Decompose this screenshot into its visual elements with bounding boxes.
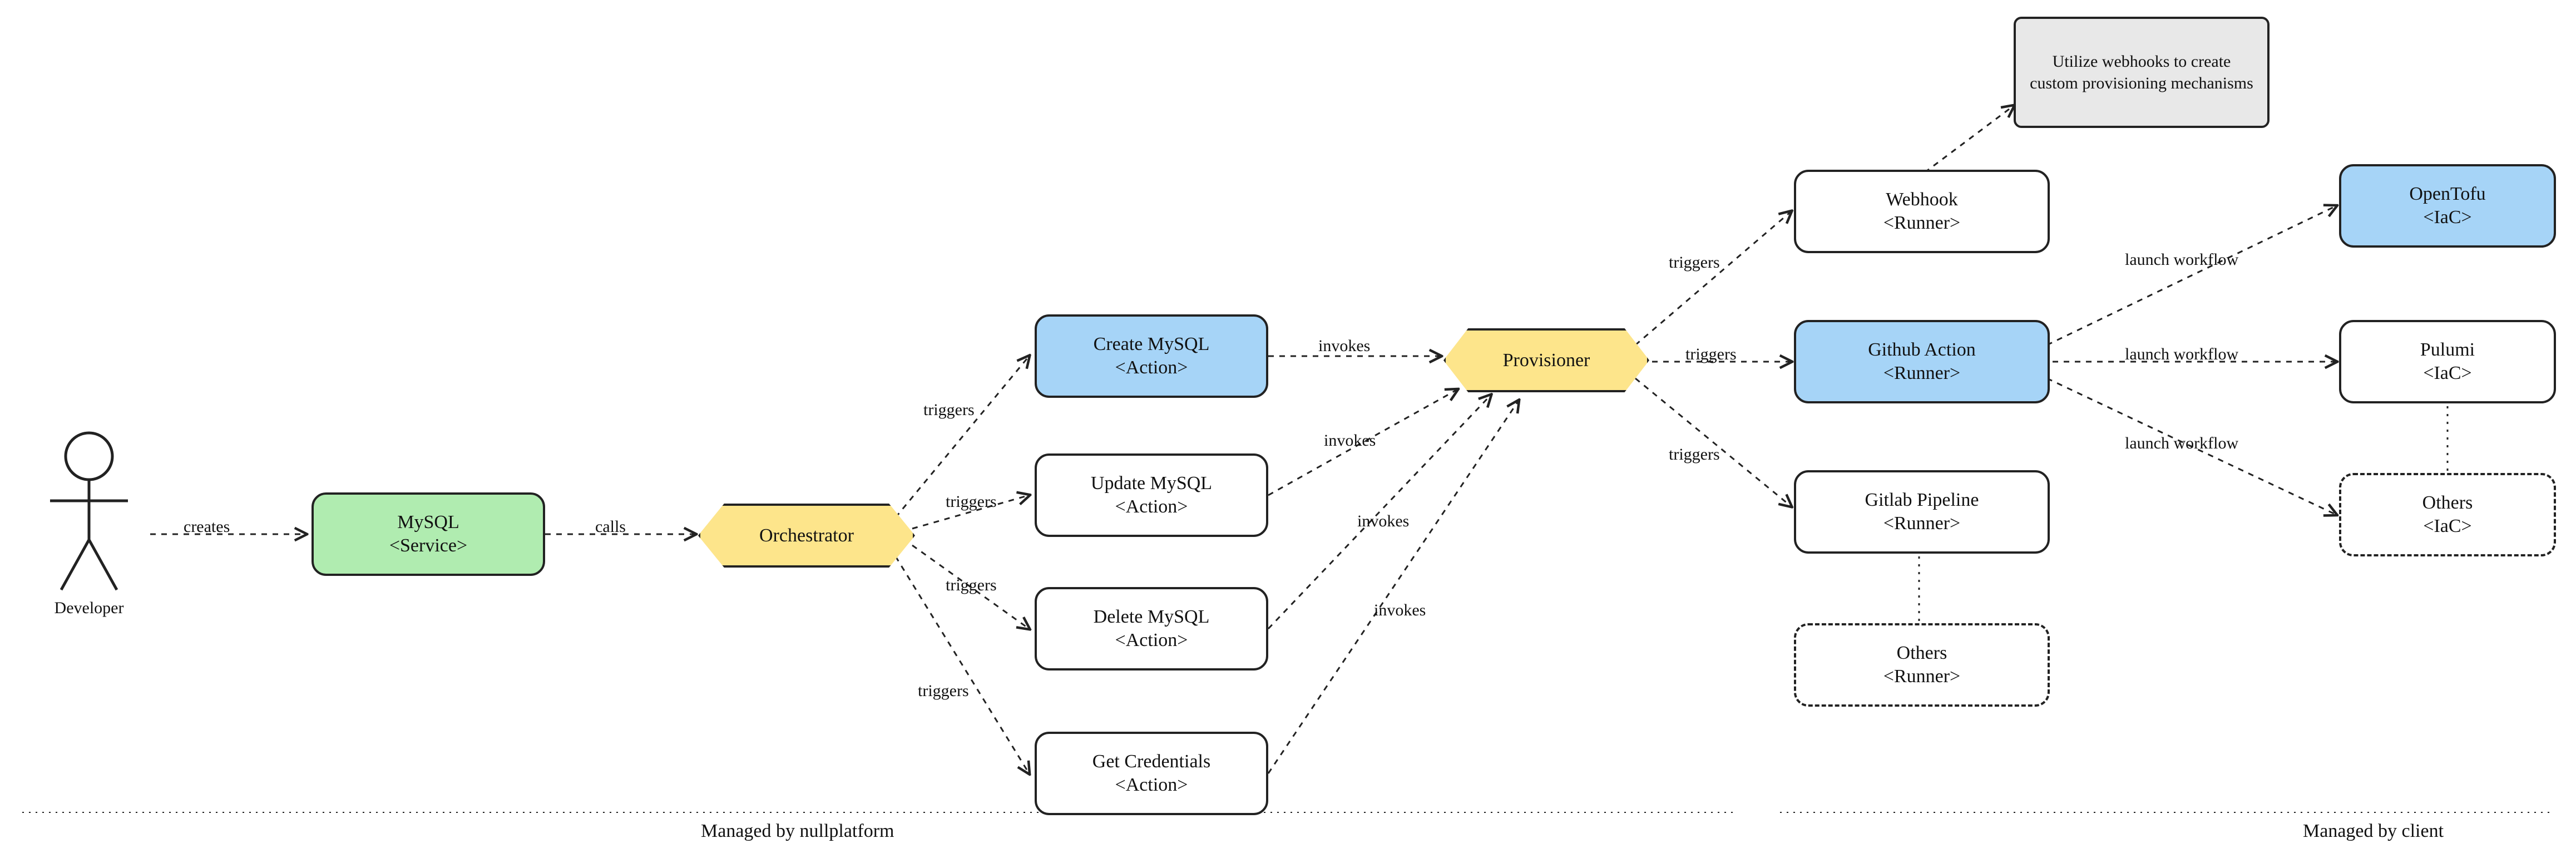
- zone-left: Managed by nullplatform: [701, 821, 894, 842]
- edge-inv-getcred: [1268, 401, 1519, 773]
- label-prov-trig-3: triggers: [1669, 445, 1720, 464]
- node-title: Others: [2422, 491, 2473, 515]
- node-stereo: <Action>: [1115, 773, 1188, 797]
- node-title: MySQL: [397, 511, 459, 535]
- label-trig-1: triggers: [923, 401, 975, 420]
- node-title: Gitlab Pipeline: [1865, 489, 1979, 512]
- stick-figure-icon: [45, 428, 134, 595]
- node-others-runner: Others <Runner>: [1794, 623, 2050, 707]
- label-calls: calls: [595, 517, 626, 536]
- node-stereo: <Runner>: [1883, 665, 1960, 689]
- node-title: Orchestrator: [759, 525, 854, 546]
- label-trig-3: triggers: [946, 576, 997, 595]
- note-webhook: Utilize webhooks to create custom provis…: [2014, 17, 2270, 128]
- node-title: Others: [1897, 642, 1947, 665]
- node-stereo: <Runner>: [1883, 512, 1960, 536]
- actor-label: Developer: [33, 599, 145, 618]
- node-title: Github Action: [1868, 338, 1976, 362]
- edge-prov-gitlab: [1635, 378, 1791, 506]
- node-orchestrator: Orchestrator: [698, 504, 915, 568]
- label-inv-4: invokes: [1374, 601, 1426, 620]
- node-others-iac: Others <IaC>: [2339, 473, 2556, 556]
- node-webhook-runner: Webhook <Runner>: [1794, 170, 2050, 253]
- note-text: Utilize webhooks to create custom provis…: [2027, 51, 2256, 94]
- actor-developer: Developer: [33, 428, 145, 618]
- node-stereo: <IaC>: [2423, 515, 2471, 539]
- node-stereo: <IaC>: [2423, 206, 2471, 230]
- label-launch-2: launch workflow: [2125, 345, 2238, 364]
- node-create-mysql: Create MySQL <Action>: [1035, 314, 1268, 398]
- node-stereo: <Action>: [1115, 356, 1188, 380]
- label-creates: creates: [184, 517, 230, 536]
- node-title: Create MySQL: [1094, 333, 1210, 357]
- node-stereo: <Service>: [389, 534, 467, 558]
- edge-gha-opentofu: [2047, 206, 2336, 345]
- node-mysql-service: MySQL <Service>: [312, 492, 545, 576]
- edge-webhook-note: [1925, 106, 2014, 172]
- node-delete-mysql: Delete MySQL <Action>: [1035, 587, 1268, 670]
- node-title: OpenTofu: [2409, 183, 2485, 206]
- label-inv-2: invokes: [1324, 431, 1376, 450]
- label-prov-trig-2: triggers: [1685, 345, 1737, 364]
- label-trig-4: triggers: [918, 682, 969, 701]
- label-launch-3: launch workflow: [2125, 434, 2238, 453]
- node-stereo: <IaC>: [2423, 362, 2471, 386]
- node-title: Update MySQL: [1091, 472, 1212, 496]
- label-inv-3: invokes: [1357, 512, 1409, 531]
- label-launch-1: launch workflow: [2125, 250, 2238, 269]
- node-opentofu-iac: OpenTofu <IaC>: [2339, 164, 2556, 248]
- node-stereo: <Runner>: [1883, 211, 1960, 235]
- node-title: Pulumi: [2420, 338, 2475, 362]
- node-get-credentials: Get Credentials <Action>: [1035, 732, 1268, 815]
- node-stereo: <Action>: [1115, 495, 1188, 519]
- label-inv-1: invokes: [1318, 337, 1370, 356]
- node-title: Delete MySQL: [1094, 605, 1210, 629]
- node-title: Provisioner: [1503, 350, 1590, 371]
- node-pulumi-iac: Pulumi <IaC>: [2339, 320, 2556, 403]
- node-title: Get Credentials: [1092, 750, 1210, 774]
- node-github-runner: Github Action <Runner>: [1794, 320, 2050, 403]
- node-update-mysql: Update MySQL <Action>: [1035, 453, 1268, 537]
- edge-prov-webhook: [1635, 211, 1791, 345]
- zone-right: Managed by client: [2303, 821, 2444, 842]
- node-gitlab-runner: Gitlab Pipeline <Runner>: [1794, 470, 2050, 554]
- node-title: Webhook: [1886, 188, 1957, 212]
- node-stereo: <Action>: [1115, 629, 1188, 653]
- node-provisioner: Provisioner: [1443, 328, 1649, 392]
- node-stereo: <Runner>: [1883, 362, 1960, 386]
- diagram-canvas: Developer MySQL <Service> Orchestrator C…: [0, 0, 2576, 853]
- label-prov-trig-1: triggers: [1669, 253, 1720, 272]
- label-trig-2: triggers: [946, 492, 997, 511]
